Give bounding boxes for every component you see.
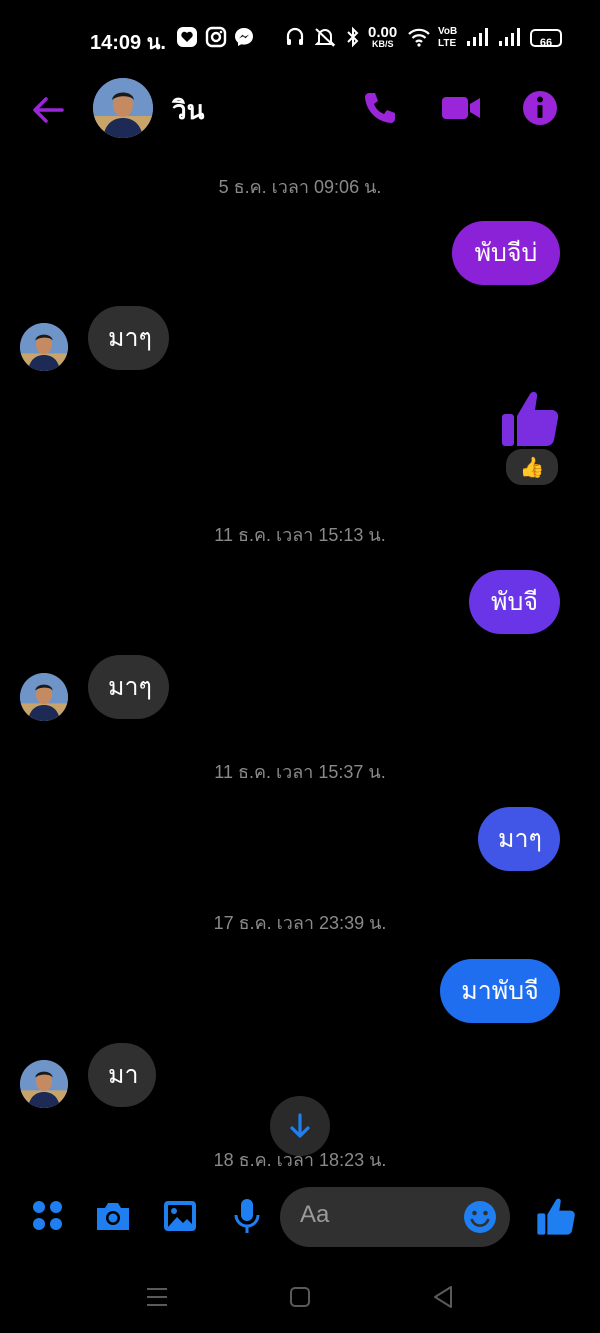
net-type-top: VoB — [438, 26, 458, 37]
system-back-button[interactable] — [428, 1282, 458, 1312]
like-sticker[interactable] — [500, 388, 560, 448]
system-navigation-bar — [0, 1272, 600, 1322]
heart-app-icon — [176, 26, 198, 52]
outgoing-message[interactable]: พับจี — [469, 570, 560, 634]
image-icon — [164, 1201, 196, 1231]
menu-icon — [147, 1288, 167, 1306]
message-list[interactable]: 5 ธ.ค. เวลา 09:06 น. พับจีบ่ มาๆ 👍 11 ธ.… — [0, 140, 600, 1170]
home-button[interactable] — [285, 1282, 315, 1312]
emoji-icon — [464, 1201, 496, 1233]
status-time: 14:09 น. — [90, 32, 166, 54]
message-reaction[interactable]: 👍 — [504, 447, 560, 487]
back-triangle-icon — [434, 1286, 452, 1308]
home-square-icon — [290, 1287, 310, 1307]
sender-avatar[interactable] — [20, 323, 68, 371]
voice-call-button[interactable] — [360, 88, 400, 128]
microphone-icon — [234, 1199, 260, 1233]
mute-icon — [313, 26, 337, 52]
messenger-icon — [233, 26, 255, 52]
outgoing-message[interactable]: มาๆ — [478, 807, 560, 871]
conversation-info-button[interactable] — [520, 88, 560, 128]
back-button[interactable] — [28, 90, 68, 130]
incoming-message[interactable]: มา — [88, 1043, 156, 1107]
voice-message-button[interactable] — [227, 1196, 267, 1236]
scroll-to-bottom-button[interactable] — [270, 1096, 330, 1156]
outgoing-message[interactable]: มาพับจี — [440, 959, 560, 1023]
timestamp: 17 ธ.ค. เวลา 23:39 น. — [213, 913, 387, 933]
apps-grid-icon — [33, 1201, 62, 1230]
reaction-emoji: 👍 — [519, 455, 545, 479]
phone-icon — [365, 93, 395, 123]
timestamp: 11 ธ.ค. เวลา 15:13 น. — [214, 525, 386, 545]
camera-icon — [97, 1203, 129, 1230]
contact-avatar[interactable] — [93, 78, 153, 138]
status-bar: 14:09 น. 0.00 KB/S VoB LTE 66 — [0, 0, 600, 78]
outgoing-message[interactable]: พับจีบ่ — [452, 221, 560, 285]
back-arrow-icon — [33, 97, 64, 123]
sender-avatar[interactable] — [20, 673, 68, 721]
net-type-bottom: LTE — [438, 38, 457, 49]
arrow-down-icon — [290, 1113, 310, 1138]
incoming-message[interactable]: มาๆ — [88, 306, 169, 370]
wifi-icon — [407, 26, 431, 52]
battery-icon: 66 — [530, 29, 562, 49]
timestamp: 11 ธ.ค. เวลา 15:37 น. — [214, 762, 386, 782]
camera-button[interactable] — [93, 1196, 133, 1236]
timestamp: 5 ธ.ค. เวลา 09:06 น. — [218, 177, 382, 197]
video-camera-icon — [442, 97, 480, 119]
emoji-button[interactable] — [462, 1199, 498, 1235]
video-call-button[interactable] — [440, 88, 480, 128]
conversation-header: วิน — [0, 78, 600, 140]
thumbs-up-icon — [537, 1198, 575, 1235]
instagram-icon — [205, 26, 227, 52]
message-input-placeholder: Aa — [300, 1201, 330, 1228]
bluetooth-icon — [345, 26, 361, 52]
contact-name[interactable]: วิน — [172, 90, 204, 131]
sender-avatar[interactable] — [20, 1060, 68, 1108]
info-icon — [523, 91, 557, 125]
incoming-message[interactable]: มาๆ — [88, 655, 169, 719]
composer-bar: Aa — [0, 1180, 600, 1254]
signal-icon — [465, 26, 489, 52]
headphones-icon — [285, 26, 305, 52]
send-like-button[interactable] — [536, 1196, 576, 1236]
recent-apps-button[interactable] — [142, 1282, 172, 1312]
net-speed-unit: KB/S — [372, 39, 394, 49]
message-input[interactable]: Aa — [280, 1187, 510, 1247]
signal-icon — [497, 26, 521, 52]
battery-level: 66 — [539, 37, 553, 49]
gallery-button[interactable] — [160, 1196, 200, 1236]
thumbs-up-icon — [502, 391, 559, 446]
more-actions-button[interactable] — [28, 1196, 68, 1236]
